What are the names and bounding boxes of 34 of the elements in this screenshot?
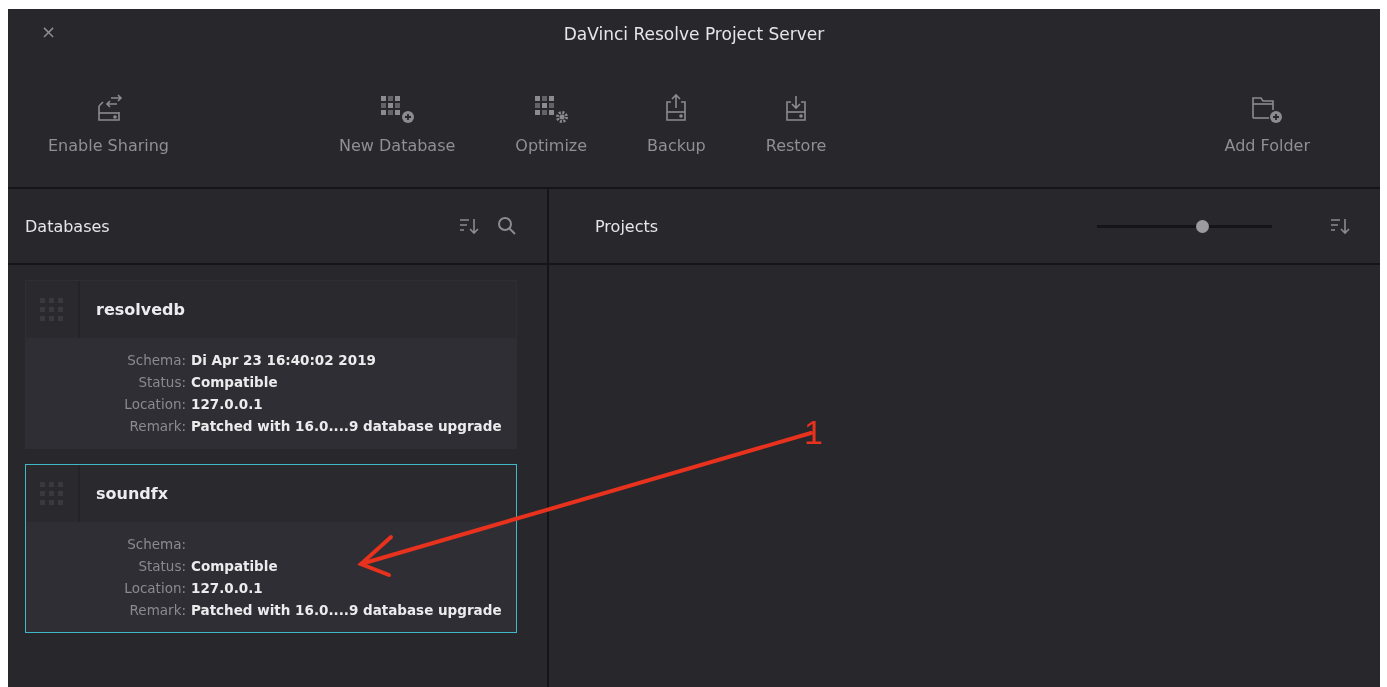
field-label: Status: bbox=[137, 557, 186, 576]
search-icon[interactable] bbox=[497, 216, 517, 236]
panel-title: Projects bbox=[595, 216, 659, 236]
panel-title: Databases bbox=[25, 216, 111, 236]
zoom-slider[interactable] bbox=[1097, 219, 1272, 233]
database-name: soundfx bbox=[96, 484, 169, 503]
field-value: Compatible bbox=[191, 557, 279, 576]
toolbar-button[interactable]: New Database bbox=[339, 91, 456, 155]
field-label: Schema: bbox=[126, 351, 186, 370]
field-label: Status: bbox=[137, 373, 186, 392]
window-title: DaVinci Resolve Project Server bbox=[563, 24, 825, 44]
field-value: 127.0.0.1 bbox=[191, 395, 264, 414]
database-card[interactable]: soundfx Schema: Status: Compatible Location: 127.0.0.1 Remark: Patched with 16.0....9 database upgrade bbox=[25, 464, 517, 633]
toolbar-button[interactable]: Optimize bbox=[515, 91, 588, 155]
field-label: Remark: bbox=[128, 417, 186, 436]
toolbar-button[interactable]: Add Folder bbox=[1224, 91, 1310, 155]
field-value: 127.0.0.1 bbox=[191, 579, 264, 598]
database-name: resolvedb bbox=[96, 300, 185, 319]
field-value: Patched with 16.0....9 database upgrade bbox=[191, 417, 503, 436]
field-label: Location: bbox=[123, 579, 186, 598]
field-label: Location: bbox=[123, 395, 186, 414]
toolbar-button[interactable]: Restore bbox=[765, 91, 827, 155]
field-value: Di Apr 23 16:40:02 2019 bbox=[191, 351, 377, 370]
field-label: Remark: bbox=[128, 601, 186, 620]
field-label: Schema: bbox=[126, 535, 186, 554]
field-value: Patched with 16.0....9 database upgrade bbox=[191, 601, 503, 620]
toolbar-button[interactable]: Enable Sharing bbox=[48, 91, 169, 155]
sort-icon[interactable] bbox=[459, 217, 479, 235]
close-button[interactable]: × bbox=[41, 21, 57, 42]
annotation-number: 1 bbox=[804, 413, 823, 452]
field-value: Compatible bbox=[191, 373, 279, 392]
sort-icon[interactable] bbox=[1330, 217, 1350, 235]
toolbar-button[interactable]: Backup bbox=[647, 91, 706, 155]
database-card[interactable]: resolvedb Schema: Di Apr 23 16:40:02 2019 Status: Compatible Location: 127.0.0.1 Remark: Patched with 16.0....9 database upgrade bbox=[25, 280, 517, 449]
